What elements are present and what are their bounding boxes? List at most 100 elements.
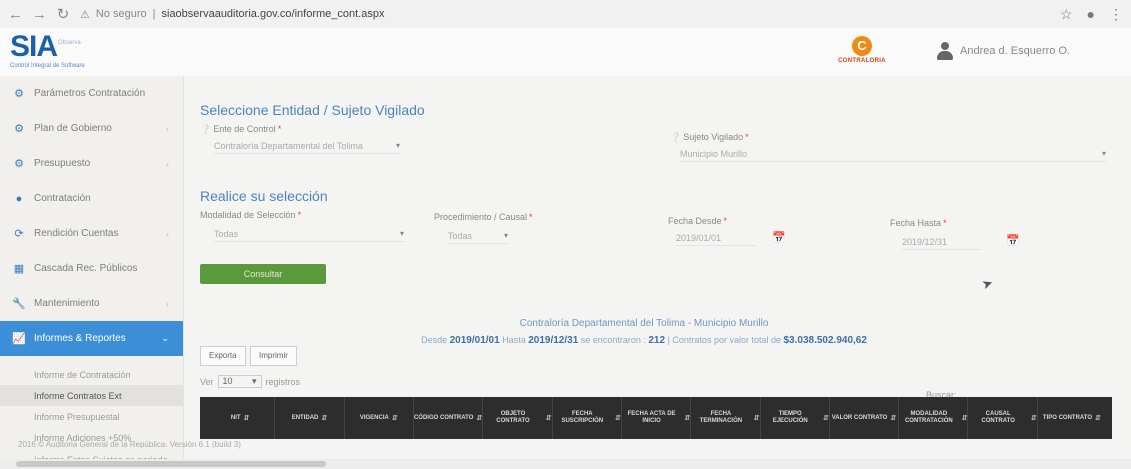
sia-logo[interactable]: SIA Observa Control Integral de Software (10, 30, 85, 70)
section-title-entidad: Seleccione Entidad / Sujeto Vigilado (200, 102, 425, 118)
column-objeto[interactable]: OBJETO CONTRATO ⇵ (483, 397, 553, 439)
ente-control-select[interactable]: Contraloría Departamental del Tolima ▾ (214, 138, 400, 154)
footer-text: 2016 © Auditoria General de la República… (18, 440, 241, 449)
sort-icon: ⇵ (753, 414, 760, 422)
column-vigencia[interactable]: VIGENCIA ⇵ (345, 397, 414, 439)
consultar-button[interactable]: Consultar (200, 264, 326, 284)
sidebar-item-contratacion[interactable]: ● Contratación (0, 181, 183, 216)
table-icon: ▦ (13, 263, 25, 275)
summary-title: Contraloría Departamental del Tolima - M… (519, 318, 769, 329)
ente-control-label: ❔ Ente de Control * (200, 124, 282, 134)
print-button[interactable]: Imprimir (250, 346, 297, 366)
dropdown-caret-icon: ▾ (503, 231, 508, 240)
scrollbar-thumb[interactable] (16, 461, 326, 467)
app-header: SIA Observa Control Integral de Software… (0, 28, 1131, 76)
column-entidad[interactable]: ENTIDAD ⇵ (275, 397, 345, 439)
section-title-seleccion: Realice su selección (200, 188, 328, 204)
summary-to-date: 2019/12/31 (528, 335, 579, 346)
url-text[interactable]: siaobservaauditoria.gov.co/informe_cont.… (162, 8, 385, 20)
dropdown-caret-icon: ▾ (399, 229, 404, 238)
summary-from-date: 2019/01/01 (449, 335, 500, 346)
sort-icon: ⇵ (615, 414, 621, 422)
sujeto-vigilado-select[interactable]: Municipio Murillo ▾ (680, 146, 1106, 162)
sidebar-item-cascada[interactable]: ▦ Cascada Rec. Públicos (0, 251, 183, 286)
modalidad-select[interactable]: Todas ▾ (214, 226, 404, 242)
column-tiempo[interactable]: TIEMPO EJECUCIÓN ⇵ (761, 397, 830, 439)
summary-line: Desde 2019/01/01 Hasta 2019/12/31 se enc… (421, 335, 867, 346)
page-length-select[interactable]: 10 ▾ (217, 375, 262, 388)
gears-icon: ⚙ (14, 88, 24, 100)
dropdown-caret-icon: ▾ (251, 376, 257, 386)
security-label: No seguro (95, 8, 147, 20)
circle-icon: ● (15, 192, 23, 205)
browser-toolbar: ← → ↻ ⚠ No seguro | siaobservaauditoria.… (0, 0, 1131, 28)
sort-icon: ⇵ (890, 414, 897, 422)
column-valor[interactable]: VALOR CONTRATO ⇵ (830, 397, 900, 439)
fecha-hasta-label: Fecha Hasta * (890, 218, 947, 228)
refresh-icon: ⟳ (14, 228, 24, 240)
column-fecha-acta[interactable]: FECHA ACTA DE INICIO ⇵ (622, 397, 692, 439)
export-button[interactable]: Exporta (200, 346, 246, 366)
column-tipo[interactable]: TIPO CONTRATO ⇵ (1038, 397, 1106, 439)
column-fecha-suscripcion[interactable]: FECHA SUSCRIPCIÓN ⇵ (553, 397, 622, 439)
sort-icon: ⇵ (1030, 414, 1037, 422)
sidebar-item-plan-gobierno[interactable]: ⚙ Plan de Gobierno ‹ (0, 111, 183, 146)
logo-text: SIA (10, 30, 58, 63)
address-bar[interactable]: ⚠ No seguro | siaobservaauditoria.gov.co… (80, 8, 384, 21)
chart-icon: 📈 (12, 333, 26, 345)
sidebar: ⚙ Parámetros Contratación ⚙ Plan de Gobi… (0, 76, 184, 469)
sort-icon: ⇵ (545, 414, 552, 422)
sidebar-item-presupuesto[interactable]: ⚙ Presupuesto ‹ (0, 146, 183, 181)
user-avatar-icon (936, 42, 954, 60)
column-fecha-terminacion[interactable]: FECHA TERMINACIÓN ⇵ (691, 397, 761, 439)
forward-arrow-icon[interactable]: → (32, 6, 47, 23)
sidebar-item-informes[interactable]: 📈 Informes & Reportes ⌄ (0, 321, 183, 356)
sidebar-item-rendicion[interactable]: ⟳ Rendición Cuentas ‹ (0, 216, 183, 251)
gears-icon: ⚙ (14, 158, 24, 170)
chevron-left-icon: ‹ (166, 123, 169, 134)
sujeto-vigilado-label: ❔ Sujeto Vigilado * (670, 132, 749, 142)
fecha-hasta-input[interactable]: 2019/12/31 (902, 234, 982, 250)
menu-dots-icon[interactable]: ⋮ (1109, 6, 1123, 23)
sidebar-subitem-informe-contratacion[interactable]: Informe de Contratación (0, 364, 183, 385)
sidebar-subitem-informe-contratos-ext[interactable]: Informe Contratos Ext (0, 385, 183, 406)
sort-icon: ⇵ (1095, 414, 1101, 422)
profile-icon[interactable]: ● (1087, 6, 1095, 23)
column-modalidad[interactable]: MODALIDAD CONTRATACIÓN ⇵ (899, 397, 969, 439)
help-icon: ❔ (200, 124, 212, 134)
warning-icon: ⚠ (80, 8, 90, 21)
dropdown-caret-icon: ▾ (395, 141, 400, 150)
sidebar-item-mantenimiento[interactable]: 🔧 Mantenimiento ‹ (0, 286, 183, 321)
procedimiento-label: Procedimiento / Causal * (434, 212, 533, 222)
logo-tagline: Control Integral de Software (10, 63, 85, 69)
calendar-icon[interactable]: 📅 (772, 231, 786, 244)
star-icon[interactable]: ☆ (1060, 6, 1073, 23)
column-codigo[interactable]: CÓDIGO CONTRATO ⇵ (414, 397, 484, 439)
contraloria-name: CONTRALORIA (838, 58, 886, 64)
sidebar-subitem-informe-presupuestal[interactable]: Informe Presupuestal (0, 406, 183, 427)
reload-icon[interactable]: ↻ (56, 5, 70, 23)
user-menu[interactable]: Andrea d. Esquerro O. (936, 42, 1070, 60)
sort-icon: ⇵ (391, 414, 398, 422)
main-content: Seleccione Entidad / Sujeto Vigilado ❔ En… (184, 76, 1131, 469)
column-nit[interactable]: NIT ⇵ (206, 397, 276, 439)
contraloria-logo: C CONTRALORIA (832, 36, 892, 64)
wrench-icon: 🔧 (12, 298, 26, 310)
page-length: Ver 10 ▾ registros (200, 375, 301, 388)
gears-icon: ⚙ (14, 123, 24, 135)
help-icon: ❔ (670, 132, 682, 142)
back-arrow-icon[interactable]: ← (8, 6, 23, 23)
sort-icon: ⇵ (476, 414, 483, 422)
sort-icon: ⇵ (961, 414, 968, 422)
calendar-icon[interactable]: 📅 (1006, 234, 1020, 247)
summary-count: 212 (648, 335, 666, 346)
column-causal[interactable]: CAUSAL CONTRATO ⇵ (968, 397, 1038, 439)
chevron-left-icon: ‹ (166, 158, 169, 169)
user-name: Andrea d. Esquerro O. (960, 45, 1071, 57)
procedimiento-select[interactable]: Todas ▾ (448, 228, 508, 244)
sort-icon: ⇵ (321, 414, 328, 422)
sidebar-item-parametros[interactable]: ⚙ Parámetros Contratación (0, 76, 183, 111)
fecha-desde-input[interactable]: 2019/01/01 (676, 230, 756, 246)
horizontal-scrollbar[interactable] (0, 459, 1131, 469)
table-header: NIT ⇵ ENTIDAD ⇵ VIGENCIA ⇵ CÓDIGO CONTRATO ⇵… (200, 397, 1112, 439)
